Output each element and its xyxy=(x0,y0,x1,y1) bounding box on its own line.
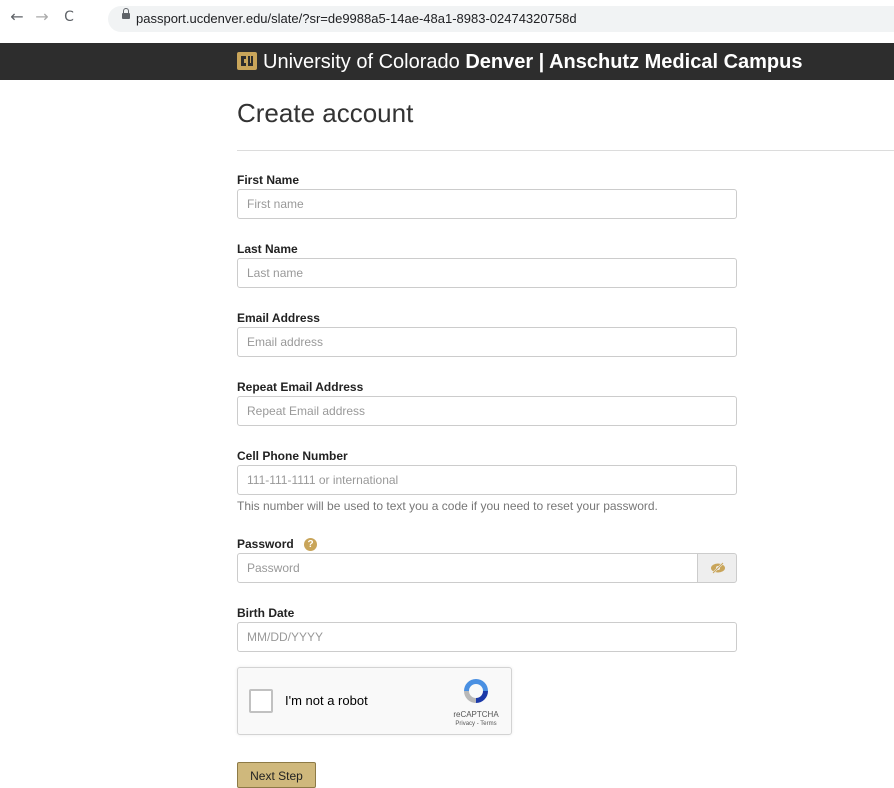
show-password-button[interactable] xyxy=(697,553,737,583)
birth-date-label: Birth Date xyxy=(237,606,295,620)
lock-icon xyxy=(122,8,130,19)
phone-label: Cell Phone Number xyxy=(237,449,348,463)
site-title[interactable]: University of Colorado Denver | Anschutz… xyxy=(263,51,802,74)
cu-logo-icon xyxy=(237,52,257,70)
recaptcha-terms-link[interactable]: Privacy - Terms xyxy=(448,721,504,727)
email-input[interactable] xyxy=(237,327,737,357)
phone-input[interactable] xyxy=(237,465,737,495)
recaptcha-logo-icon xyxy=(464,679,488,703)
phone-help-text: This number will be used to text you a c… xyxy=(237,499,658,513)
forward-icon[interactable]: → xyxy=(33,8,51,26)
recaptcha-label: I'm not a robot xyxy=(285,693,368,708)
page-title: Create account xyxy=(237,98,414,128)
first-name-input[interactable] xyxy=(237,189,737,219)
divider xyxy=(237,150,894,151)
birth-date-input[interactable] xyxy=(237,622,737,652)
last-name-label: Last Name xyxy=(237,242,298,256)
browser-toolbar: ← → C passport.ucdenver.edu/slate/?sr=de… xyxy=(0,0,894,36)
recaptcha-checkbox[interactable] xyxy=(249,689,273,713)
url-text[interactable]: passport.ucdenver.edu/slate/?sr=de9988a5… xyxy=(136,11,577,26)
repeat-email-label: Repeat Email Address xyxy=(237,380,364,394)
address-bar[interactable]: passport.ucdenver.edu/slate/?sr=de9988a5… xyxy=(108,6,894,32)
password-label: Password xyxy=(237,537,294,551)
help-icon[interactable]: ? xyxy=(304,538,317,551)
site-title-regular: University of Colorado xyxy=(263,51,466,73)
back-icon[interactable]: ← xyxy=(8,8,26,26)
first-name-label: First Name xyxy=(237,173,300,187)
last-name-input[interactable] xyxy=(237,258,737,288)
site-title-bold: Denver | Anschutz Medical Campus xyxy=(465,51,803,73)
repeat-email-input[interactable] xyxy=(237,396,737,426)
next-step-button[interactable]: Next Step xyxy=(237,762,316,788)
email-label: Email Address xyxy=(237,311,320,325)
eye-slash-icon xyxy=(711,562,725,574)
recaptcha-brand: reCAPTCHA xyxy=(453,710,499,719)
recaptcha-widget: I'm not a robot reCAPTCHA Privacy - Term… xyxy=(237,667,512,735)
reload-icon[interactable]: C xyxy=(60,8,78,26)
site-header: University of Colorado Denver | Anschutz… xyxy=(0,43,894,80)
password-input[interactable] xyxy=(237,553,698,583)
